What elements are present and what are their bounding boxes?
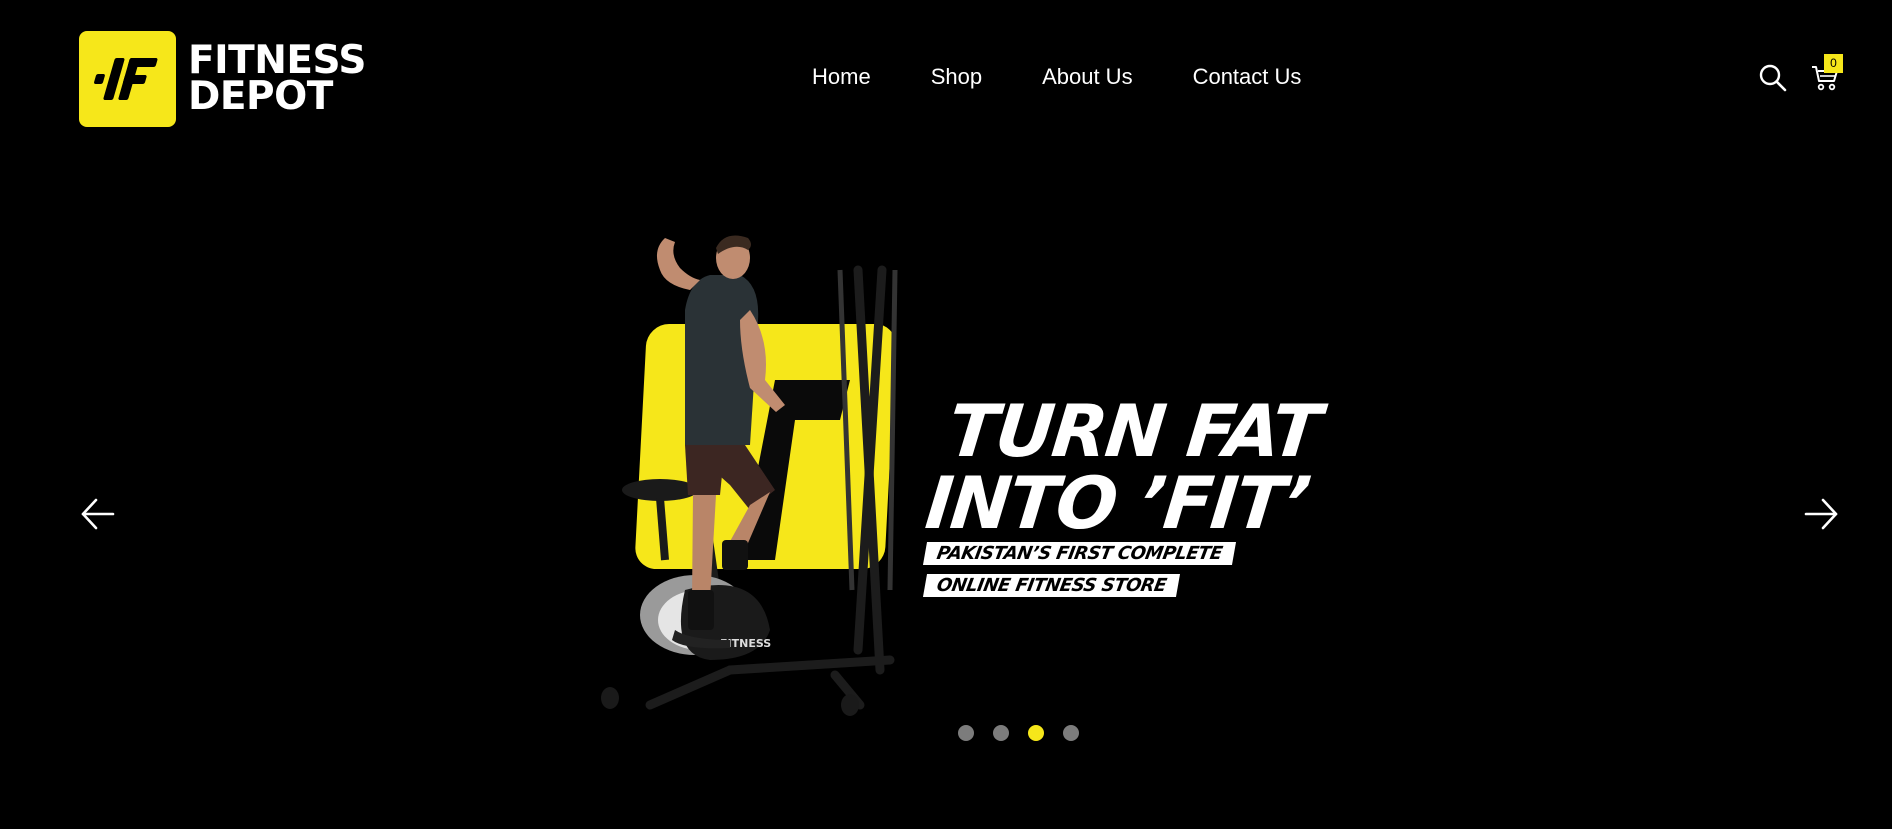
slider-dot-4[interactable] bbox=[1063, 725, 1079, 741]
cart-count-badge: 0 bbox=[1824, 54, 1843, 73]
brand-logo[interactable]: FITNESS DEPOT bbox=[79, 31, 366, 127]
page: FITNESS DEPOT Home Shop About Us Contact… bbox=[0, 0, 1892, 829]
tagline-line2: ONLINE FITNESS STORE bbox=[922, 574, 1181, 597]
slider-next-button[interactable] bbox=[1802, 495, 1840, 533]
hero-image: FITNESS bbox=[590, 230, 930, 730]
slider-dot-1[interactable] bbox=[958, 725, 974, 741]
nav-contact-us[interactable]: Contact Us bbox=[1193, 64, 1302, 90]
tagline-line1: PAKISTAN’S FIRST COMPLETE bbox=[922, 542, 1236, 565]
search-icon bbox=[1759, 64, 1787, 92]
nav-home[interactable]: Home bbox=[812, 64, 871, 90]
arrow-right-icon bbox=[1804, 498, 1838, 530]
search-button[interactable] bbox=[1758, 63, 1788, 93]
logo-line2: DEPOT bbox=[188, 74, 333, 119]
hero-tagline: PAKISTAN’S FIRST COMPLETE ONLINE FITNESS… bbox=[922, 542, 1236, 606]
man-on-elliptical-illustration: FITNESS bbox=[601, 235, 898, 716]
hero-headline: TURN FAT INTO ’FIT’ bbox=[921, 389, 1324, 545]
nav-about-us[interactable]: About Us bbox=[1042, 64, 1133, 90]
logo-wordmark: FITNESS DEPOT bbox=[188, 41, 366, 119]
slider-pagination bbox=[958, 725, 1079, 741]
slider-prev-button[interactable] bbox=[79, 495, 117, 533]
headline-line2: INTO ’FIT’ bbox=[921, 461, 1313, 545]
slider-dot-2[interactable] bbox=[993, 725, 1009, 741]
logo-mark-icon bbox=[79, 31, 176, 127]
main-nav: Home Shop About Us Contact Us bbox=[812, 64, 1301, 90]
headline-line1: TURN FAT bbox=[944, 389, 1324, 473]
arrow-left-icon bbox=[81, 498, 115, 530]
slider-dot-3[interactable] bbox=[1028, 725, 1044, 741]
nav-shop[interactable]: Shop bbox=[931, 64, 982, 90]
